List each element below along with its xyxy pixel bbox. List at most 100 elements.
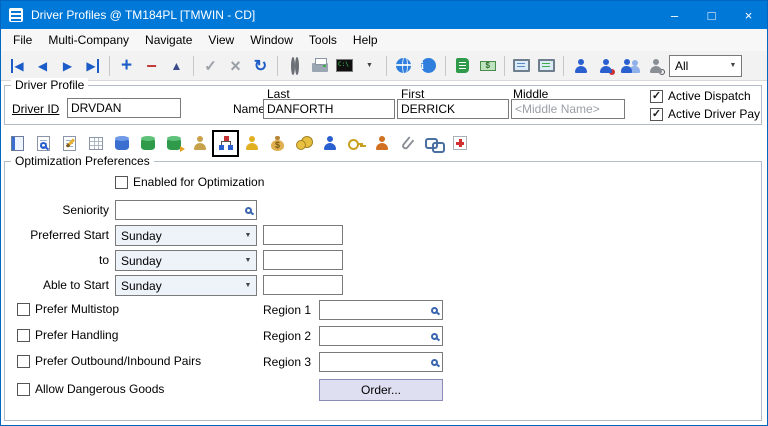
link-icon[interactable] xyxy=(422,132,445,155)
seniority-input[interactable] xyxy=(116,203,240,217)
able-to-start-label: Able to Start xyxy=(5,278,109,292)
database-glyph xyxy=(115,138,129,150)
minimize-button[interactable]: – xyxy=(656,1,693,29)
monitor-report-icon[interactable] xyxy=(535,54,558,77)
menu-item-window[interactable]: Window xyxy=(242,30,301,50)
cancel-icon[interactable] xyxy=(224,54,247,77)
prefer-multistop-checkbox[interactable]: Prefer Multistop xyxy=(17,302,119,316)
region2-input[interactable] xyxy=(320,329,426,343)
preferred-start-select[interactable]: Sunday ▼ xyxy=(115,225,257,246)
print-icon[interactable] xyxy=(308,54,331,77)
paperclip-icon[interactable] xyxy=(396,132,419,155)
menu-item-multi-company[interactable]: Multi-Company xyxy=(40,30,137,50)
coins-icon[interactable] xyxy=(292,132,315,155)
driver-id-input[interactable] xyxy=(67,98,181,118)
ok-icon[interactable] xyxy=(199,54,222,77)
ledger-icon[interactable] xyxy=(451,54,474,77)
edit-page-icon[interactable] xyxy=(58,132,81,155)
lookup-icon[interactable] xyxy=(426,327,442,345)
checkbox-label: Prefer Outbound/Inbound Pairs xyxy=(35,354,201,368)
web-icon[interactable] xyxy=(392,54,415,77)
database-blue-icon[interactable] xyxy=(110,132,133,155)
binoculars-icon[interactable] xyxy=(283,54,306,77)
driver-glyph xyxy=(244,135,260,151)
preferred-end-time-input[interactable] xyxy=(263,250,343,270)
optimization-icon[interactable] xyxy=(214,132,237,155)
region3-lookup-field[interactable] xyxy=(319,352,443,372)
last-name-input[interactable] xyxy=(263,99,395,119)
able-to-start-select[interactable]: Sunday ▼ xyxy=(115,275,257,296)
lookup-icon[interactable] xyxy=(426,353,442,371)
able-to-start-time-input[interactable] xyxy=(263,275,343,295)
region2-lookup-field[interactable] xyxy=(319,326,443,346)
lookup-icon[interactable] xyxy=(240,201,256,219)
driver-blue-icon[interactable] xyxy=(318,132,341,155)
enabled-for-optimization-checkbox[interactable]: Enabled for Optimization xyxy=(115,175,264,189)
add-record-icon[interactable] xyxy=(115,54,138,77)
first-record-icon[interactable] xyxy=(6,54,29,77)
money-icon[interactable] xyxy=(476,54,499,77)
money-bag-glyph xyxy=(271,140,284,151)
menu-item-navigate[interactable]: Navigate xyxy=(137,30,200,50)
notebook-icon[interactable] xyxy=(6,132,29,155)
save-record-icon[interactable] xyxy=(165,54,188,77)
allow-dangerous-goods-checkbox[interactable]: Allow Dangerous Goods xyxy=(17,382,164,396)
prefer-outbound-inbound-checkbox[interactable]: Prefer Outbound/Inbound Pairs xyxy=(17,354,201,368)
key-icon[interactable] xyxy=(344,132,367,155)
console-glyph xyxy=(336,59,353,72)
menu-item-file[interactable]: File xyxy=(5,30,40,50)
driver-find-icon[interactable] xyxy=(644,54,667,77)
prefer-handling-checkbox[interactable]: Prefer Handling xyxy=(17,328,118,342)
last-record-icon[interactable] xyxy=(81,54,104,77)
console-icon[interactable] xyxy=(333,54,356,77)
region3-input[interactable] xyxy=(320,355,426,369)
schedule-grid-icon[interactable] xyxy=(84,132,107,155)
first-aid-icon[interactable] xyxy=(448,132,471,155)
driver-remove-icon[interactable] xyxy=(594,54,617,77)
close-button[interactable]: × xyxy=(730,1,767,29)
console-dropdown-icon[interactable] xyxy=(358,54,381,77)
magnifier-glyph xyxy=(431,359,438,366)
preferred-end-select[interactable]: Sunday ▼ xyxy=(115,250,257,271)
seniority-lookup-field[interactable] xyxy=(115,200,257,220)
drivers-icon[interactable] xyxy=(619,54,642,77)
checkbox-label: Active Driver Pay xyxy=(668,107,760,121)
magnifier-glyph xyxy=(431,307,438,314)
money-bag-icon[interactable] xyxy=(266,132,289,155)
able-to-start-value: Sunday xyxy=(116,279,240,293)
monitor-icon[interactable] xyxy=(510,54,533,77)
menu-item-tools[interactable]: Tools xyxy=(301,30,345,50)
driver-id-label[interactable]: Driver ID xyxy=(12,102,59,116)
region1-label: Region 1 xyxy=(263,303,311,317)
previous-record-icon[interactable] xyxy=(31,54,54,77)
driver-gold-icon[interactable] xyxy=(188,132,211,155)
delete-record-icon[interactable] xyxy=(140,54,163,77)
active-dispatch-checkbox[interactable]: ✓ Active Dispatch xyxy=(650,89,751,103)
maximize-button[interactable]: □ xyxy=(693,1,730,29)
region1-input[interactable] xyxy=(320,303,426,317)
preferred-start-time-input[interactable] xyxy=(263,225,343,245)
database-green-icon[interactable] xyxy=(136,132,159,155)
refresh-icon[interactable] xyxy=(249,54,272,77)
first-name-input[interactable] xyxy=(397,99,509,119)
lookup-icon[interactable] xyxy=(426,301,442,319)
toolbar-separator xyxy=(386,56,387,76)
record-filter-value: All xyxy=(670,59,725,73)
next-record-icon[interactable] xyxy=(56,54,79,77)
order-button[interactable]: Order... xyxy=(319,379,443,401)
search-page-icon[interactable] xyxy=(32,132,55,155)
menu-item-view[interactable]: View xyxy=(200,30,242,50)
active-driver-pay-checkbox[interactable]: ✓ Active Driver Pay xyxy=(650,107,760,121)
region1-lookup-field[interactable] xyxy=(319,300,443,320)
driver-yellow-icon[interactable] xyxy=(240,132,263,155)
app-icon[interactable] xyxy=(9,8,23,22)
menu-item-help[interactable]: Help xyxy=(345,30,386,50)
database-export-icon[interactable] xyxy=(162,132,185,155)
driver-icon[interactable] xyxy=(569,54,592,77)
driver-orange-icon[interactable] xyxy=(370,132,393,155)
info-icon[interactable] xyxy=(417,54,440,77)
record-filter-combobox[interactable]: All ▼ xyxy=(669,55,742,77)
middle-name-input[interactable] xyxy=(511,99,625,119)
monitor-report-glyph xyxy=(538,59,555,72)
name-label: Name xyxy=(233,102,265,116)
